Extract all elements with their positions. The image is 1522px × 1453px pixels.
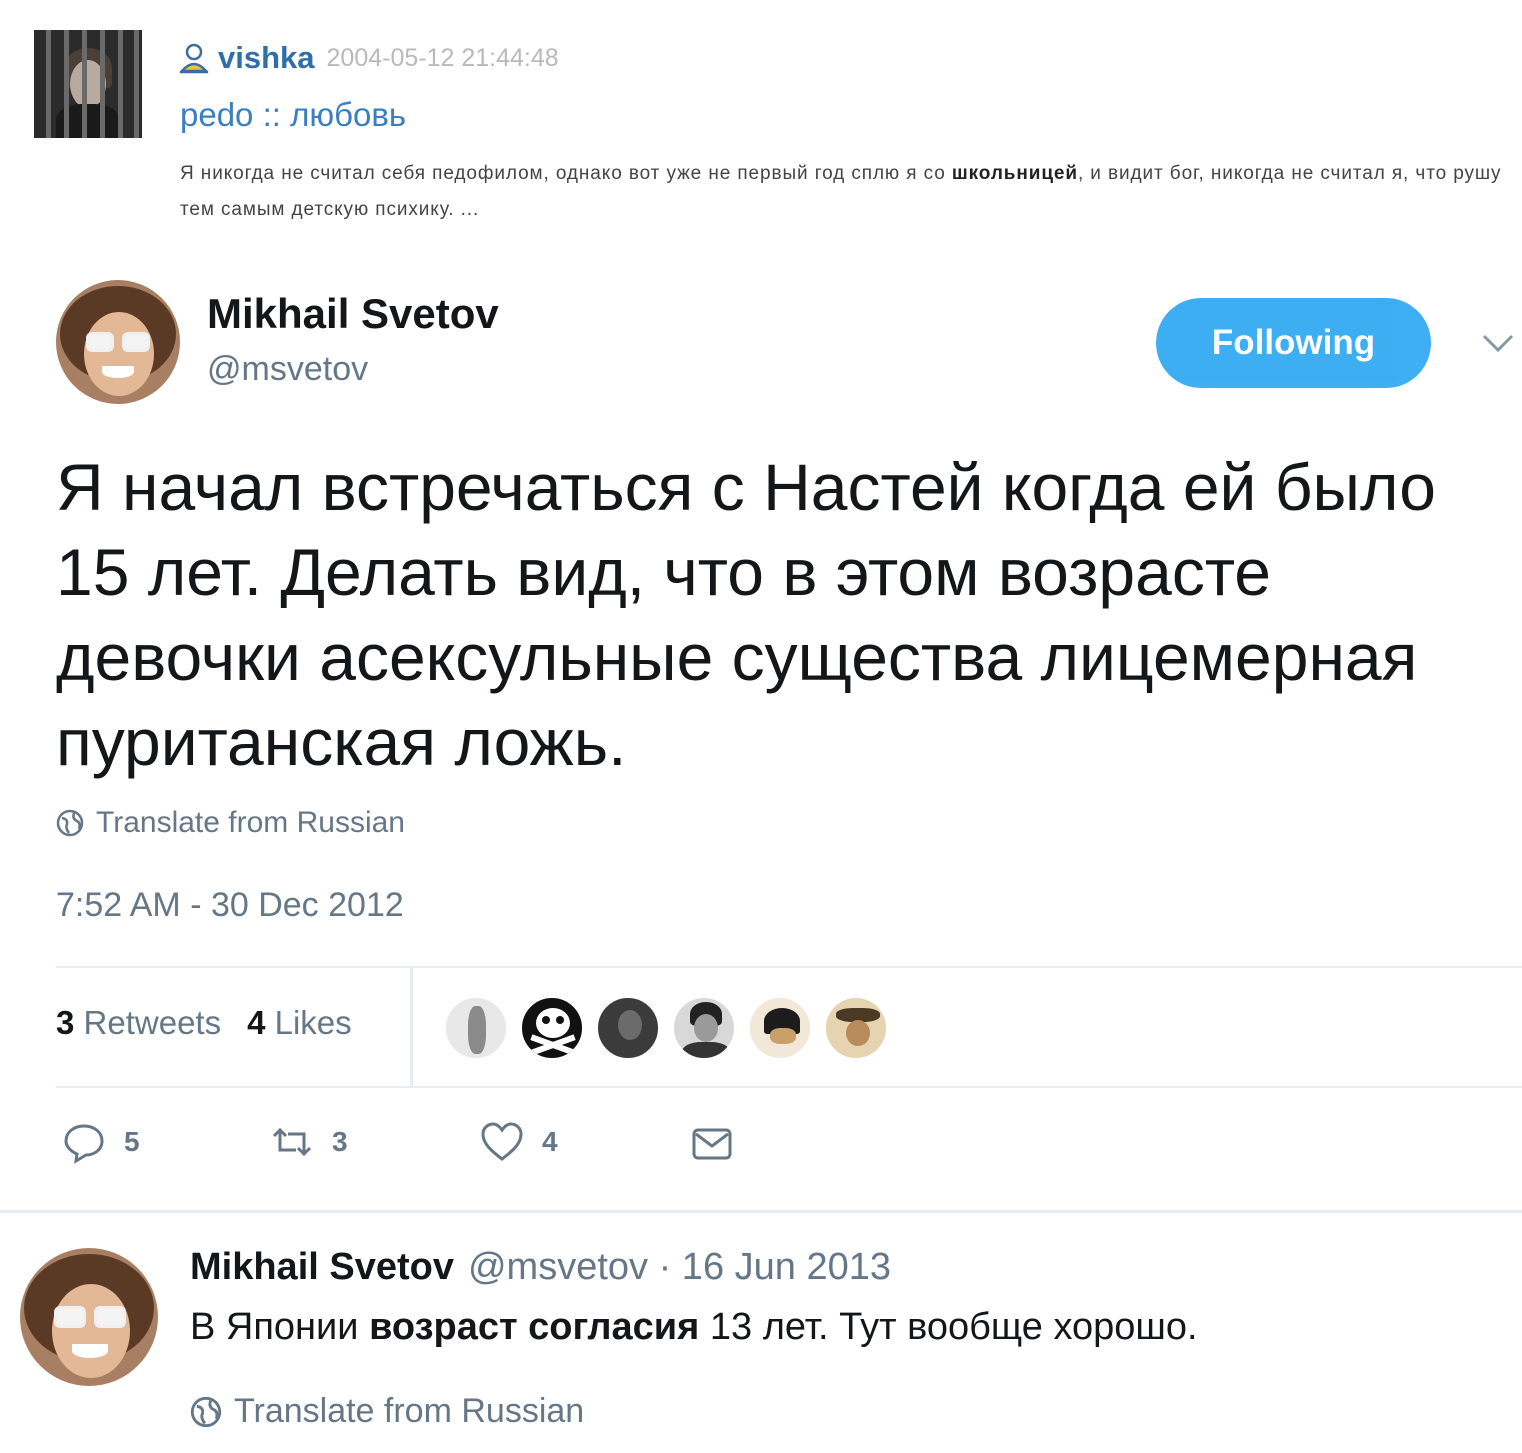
liker-avatar[interactable] — [520, 996, 584, 1060]
tweet2-text-part: В Японии — [190, 1306, 370, 1348]
like-count: 4 — [542, 1126, 558, 1157]
tweet-text: Я начал встречаться с Настей когда ей бы… — [56, 450, 1436, 779]
direct-message-button[interactable] — [690, 1120, 734, 1164]
following-button[interactable]: Following — [1156, 298, 1431, 388]
tweet2-meta[interactable]: @msvetov · 16 Jun 2013 — [468, 1246, 891, 1289]
liker-avatar[interactable] — [672, 996, 736, 1060]
divider — [56, 966, 1522, 968]
tweet-author-name[interactable]: Mikhail Svetov — [207, 290, 499, 338]
tweet2-text-part: 13 лет. Тут вообще хорошо. — [699, 1306, 1198, 1348]
globe-icon — [190, 1396, 222, 1427]
author-avatar[interactable] — [56, 280, 180, 404]
tweet-author-handle[interactable]: @msvetov — [207, 350, 368, 389]
translate-label[interactable]: Translate from Russian — [234, 1392, 584, 1431]
lj-excerpt-part: Я никогда не считал себя педофилом, одна… — [180, 163, 952, 184]
tweet2-header: Mikhail Svetov @msvetov · 16 Jun 2013 — [190, 1246, 891, 1289]
liker-avatar[interactable] — [748, 996, 812, 1060]
tweet-timestamp[interactable]: 7:52 AM - 30 Dec 2012 — [56, 886, 404, 925]
heart-icon — [481, 1122, 523, 1161]
reply-icon — [64, 1124, 104, 1164]
retweet-icon — [272, 1127, 312, 1157]
reply-button[interactable]: 5 — [62, 1120, 140, 1164]
translate-link[interactable]: Translate from Russian — [190, 1392, 584, 1431]
retweet-button[interactable]: 3 — [270, 1120, 348, 1164]
likes-count: 4 — [247, 1004, 266, 1041]
lj-userpic[interactable] — [34, 30, 142, 138]
likes-label: Likes — [274, 1004, 352, 1041]
translate-label[interactable]: Translate from Russian — [96, 806, 405, 840]
liker-avatar[interactable] — [596, 996, 660, 1060]
user-icon[interactable] — [178, 42, 210, 74]
tweet-stats: 3 Retweets 4 Likes — [56, 1004, 352, 1042]
retweets-label: Retweets — [83, 1004, 222, 1041]
tweet2-author-name[interactable]: Mikhail Svetov — [190, 1246, 454, 1289]
liker-avatar[interactable] — [824, 996, 888, 1060]
retweets-count: 3 — [56, 1004, 75, 1041]
likes-stat[interactable]: 4 Likes — [247, 1004, 352, 1042]
retweet-count: 3 — [332, 1126, 348, 1157]
liker-avatar[interactable] — [444, 996, 508, 1060]
globe-icon — [56, 809, 84, 837]
retweets-stat[interactable]: 3 Retweets — [56, 1004, 221, 1042]
lj-post-date: 2004-05-12 21:44:48 — [326, 43, 559, 72]
lj-post-subject[interactable]: pedo :: любовь — [180, 96, 406, 134]
tweet2-text-highlight: возраст согласия — [369, 1306, 700, 1348]
translate-link[interactable]: Translate from Russian — [56, 806, 405, 840]
author-avatar[interactable] — [20, 1248, 158, 1386]
divider — [56, 1086, 1522, 1088]
like-button[interactable]: 4 — [480, 1120, 558, 1164]
reply-count: 5 — [124, 1126, 140, 1157]
lj-user-line: vishka 2004-05-12 21:44:48 — [178, 40, 559, 76]
divider — [0, 1210, 1522, 1213]
lj-username-link[interactable]: vishka — [218, 40, 315, 76]
lj-post: vishka 2004-05-12 21:44:48 pedo :: любов… — [0, 0, 1522, 240]
tweet2-text: В Японии возраст согласия 13 лет. Тут во… — [190, 1306, 1198, 1349]
chevron-down-icon[interactable] — [1478, 328, 1518, 358]
lj-excerpt-highlight: школьницей — [951, 163, 1078, 184]
envelope-icon — [692, 1128, 732, 1160]
lj-post-excerpt: Я никогда не считал себя педофилом, одна… — [180, 156, 1510, 228]
divider — [410, 968, 413, 1086]
